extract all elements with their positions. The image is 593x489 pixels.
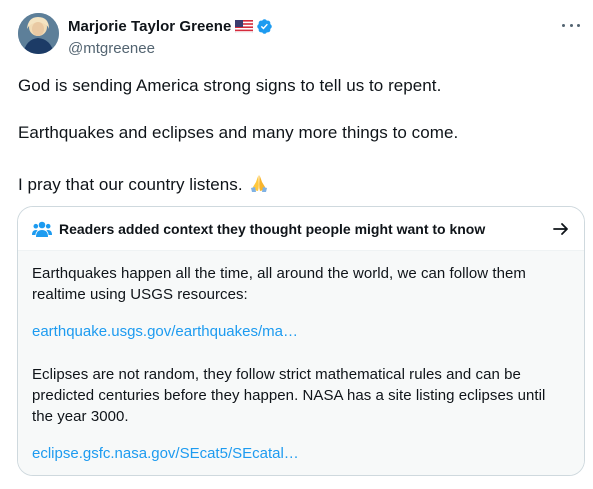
note-p1-line-2: realtime using USGS resources: xyxy=(32,286,248,303)
folded-hands-icon xyxy=(249,173,269,193)
author-name-row[interactable]: Marjorie Taylor Greene xyxy=(68,17,273,35)
tweet-text-line-3: I pray that our country listens. xyxy=(18,173,269,195)
tweet-text-line-3-text: I pray that our country listens. xyxy=(18,175,243,194)
people-icon xyxy=(32,220,52,238)
note-p2-line-2: predicted centuries before they happen. … xyxy=(32,387,546,404)
tweet-text-line-2: Earthquakes and eclipses and many more t… xyxy=(18,123,459,142)
community-note-title: Readers added context they thought peopl… xyxy=(59,221,486,237)
arrow-right-icon[interactable] xyxy=(552,220,570,238)
author-handle[interactable]: @mtgreenee xyxy=(68,40,155,57)
earthquake-link[interactable]: earthquake.usgs.gov/earthquakes/ma… xyxy=(32,323,298,340)
us-flag-icon xyxy=(235,19,254,33)
community-note: Readers added context they thought peopl… xyxy=(17,206,585,476)
tweet-text-line-1: God is sending America strong signs to t… xyxy=(18,76,442,95)
tweet-card: Marjorie Taylor Greene @mtgreenee God is… xyxy=(0,0,593,489)
author-name[interactable]: Marjorie Taylor Greene xyxy=(68,18,231,35)
verified-badge-icon[interactable] xyxy=(256,18,273,35)
community-note-body: Earthquakes happen all the time, all aro… xyxy=(18,251,584,475)
eclipse-link[interactable]: eclipse.gsfc.nasa.gov/SEcat5/SEcatal… xyxy=(32,445,299,462)
more-icon[interactable] xyxy=(562,22,580,28)
community-note-header[interactable]: Readers added context they thought peopl… xyxy=(18,207,584,251)
note-p2-line-1: Eclipses are not random, they follow str… xyxy=(32,366,521,383)
note-p2-line-3: the year 3000. xyxy=(32,408,129,425)
note-p1-line-1: Earthquakes happen all the time, all aro… xyxy=(32,265,526,282)
avatar[interactable] xyxy=(18,13,59,54)
